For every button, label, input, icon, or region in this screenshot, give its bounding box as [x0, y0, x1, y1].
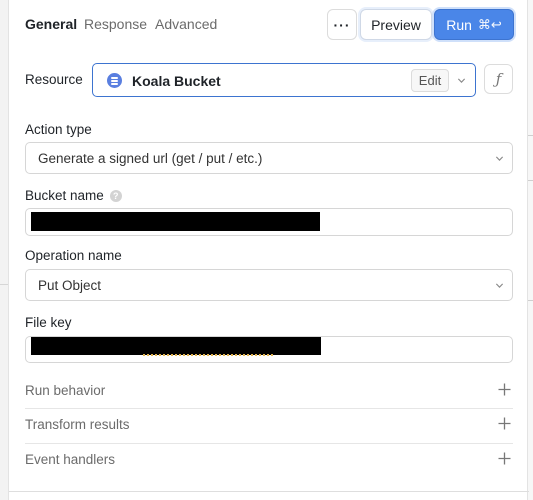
action-type-value: Generate a signed url (get / put / etc.): [38, 150, 263, 166]
plus-icon: [498, 383, 511, 396]
resource-label: Resource: [25, 72, 83, 87]
run-shortcut-hint: ⌘↩: [477, 16, 502, 32]
chevron-down-icon: [495, 283, 504, 288]
query-editor-panel: General Response Advanced ··· Preview Ru…: [8, 0, 529, 500]
event-handlers-label: Event handlers: [25, 452, 116, 467]
operation-name-label: Operation name: [25, 248, 122, 263]
chevron-down-icon: [495, 156, 504, 161]
resource-select[interactable]: Koala Bucket Edit: [92, 63, 476, 97]
tab-advanced[interactable]: Advanced: [155, 16, 217, 32]
transform-results-section[interactable]: Transform results: [25, 408, 513, 442]
resource-type-icon: [107, 73, 122, 88]
chevron-down-icon: [457, 78, 466, 83]
more-options-button[interactable]: ···: [327, 9, 357, 40]
event-handlers-section[interactable]: Event handlers: [25, 443, 513, 477]
action-type-label: Action type: [25, 122, 92, 137]
help-icon[interactable]: ?: [109, 190, 122, 202]
file-key-label: File key: [25, 315, 72, 330]
plus-icon: [498, 417, 511, 430]
redacted-file-key: [31, 337, 321, 355]
redacted-bucket-name: [31, 212, 320, 231]
plus-icon: [498, 452, 511, 465]
resource-name: Koala Bucket: [132, 73, 221, 89]
right-background-strip: [528, 0, 533, 500]
run-button-label: Run: [446, 16, 472, 33]
run-button[interactable]: Run ⌘↩: [434, 9, 514, 40]
operation-name-value: Put Object: [38, 277, 102, 293]
run-behavior-label: Run behavior: [25, 383, 106, 398]
spellcheck-underline: [143, 354, 273, 356]
run-behavior-section[interactable]: Run behavior: [25, 374, 513, 408]
fx-toggle-button[interactable]: ƒ: [484, 64, 513, 94]
tab-general[interactable]: General: [25, 16, 77, 32]
preview-button[interactable]: Preview: [360, 9, 432, 40]
tab-response[interactable]: Response: [84, 16, 147, 32]
more-icon: ···: [333, 16, 351, 33]
bucket-name-label-text: Bucket name: [25, 188, 104, 203]
left-background-strip: [0, 0, 8, 500]
transform-results-label: Transform results: [25, 417, 130, 432]
edit-resource-button[interactable]: Edit: [411, 69, 449, 92]
bucket-name-label: Bucket name?: [25, 188, 122, 203]
panel-bottom-border: [9, 491, 529, 492]
action-type-select[interactable]: Generate a signed url (get / put / etc.): [25, 142, 513, 174]
operation-name-select[interactable]: Put Object: [25, 269, 513, 301]
editor-header: General Response Advanced ··· Preview Ru…: [9, 0, 529, 48]
